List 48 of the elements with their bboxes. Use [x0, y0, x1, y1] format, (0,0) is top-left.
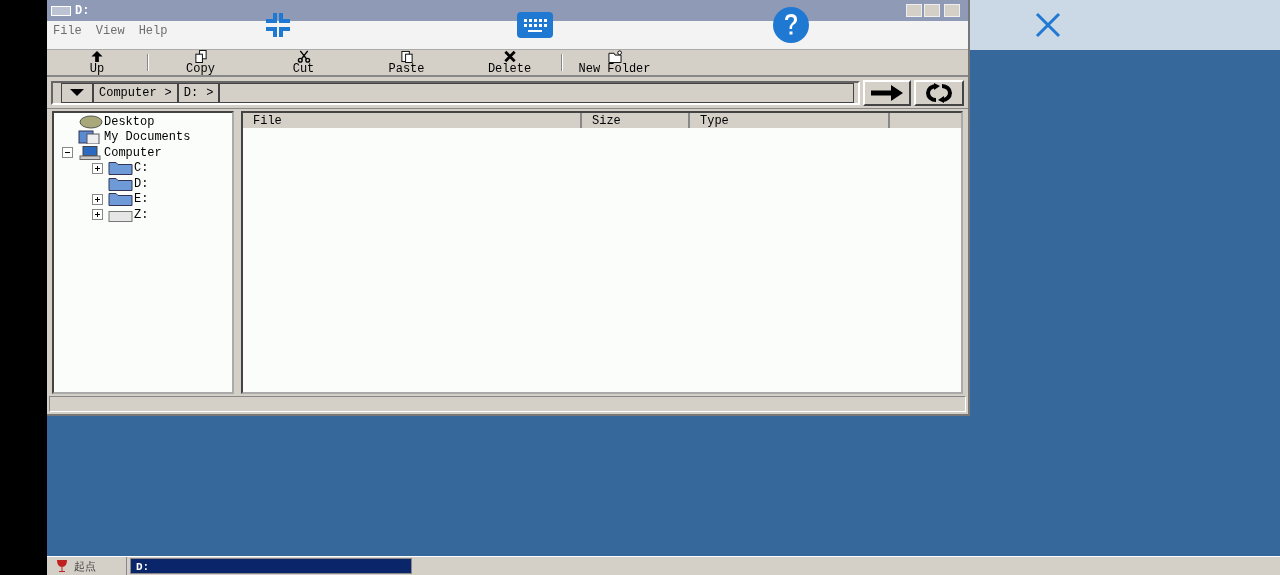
tree-item-label[interactable]: Z: — [134, 208, 149, 221]
window-title: D: — [75, 2, 90, 20]
toolbar-button[interactable]: Up — [47, 50, 147, 75]
dropdown-button[interactable] — [61, 82, 93, 103]
tree-item-label[interactable]: My Documents — [104, 131, 191, 144]
tree-item-label[interactable]: Desktop — [104, 115, 155, 128]
close-icon — [1035, 12, 1061, 38]
folder-icon — [108, 176, 134, 191]
start-button[interactable]: 起点 — [47, 557, 127, 575]
expand-toggle[interactable] — [92, 209, 103, 221]
folder-icon — [108, 161, 134, 176]
toolbar-button[interactable]: Cut — [252, 50, 355, 75]
tree-item-label[interactable]: C: — [134, 162, 149, 175]
right-arrow-icon — [869, 83, 905, 102]
taskbar-task[interactable]: D: — [130, 558, 412, 574]
column-header[interactable]: File — [243, 113, 582, 128]
go-button[interactable] — [863, 79, 911, 106]
exit-fullscreen-icon — [265, 12, 291, 38]
folder-icon — [108, 192, 134, 207]
window-app-icon — [51, 5, 71, 16]
toolbar-button[interactable]: New Folder — [563, 50, 666, 75]
toolbar-button[interactable]: Copy — [149, 50, 252, 75]
refresh-button[interactable] — [914, 79, 964, 106]
column-header[interactable]: Type — [690, 113, 890, 128]
breadcrumb-button[interactable]: Computer > — [93, 82, 178, 103]
toolbar-button[interactable]: Delete — [458, 50, 561, 75]
help-button[interactable] — [773, 7, 809, 43]
toolbar-button[interactable]: Paste — [355, 50, 458, 75]
up-arrow-icon — [88, 50, 106, 63]
tree-item-label[interactable]: Computer — [104, 146, 162, 159]
breadcrumb-button[interactable]: D: > — [177, 82, 220, 103]
keyboard-button[interactable] — [517, 12, 553, 38]
menu-item[interactable]: Help — [138, 25, 168, 37]
start-logo-icon — [56, 559, 68, 573]
desktop-icon — [78, 114, 104, 129]
address-field[interactable] — [219, 82, 854, 103]
expand-toggle[interactable] — [92, 193, 103, 205]
tree-item-label[interactable]: D: — [134, 177, 149, 190]
exit-fullscreen-button[interactable] — [264, 12, 292, 38]
column-header[interactable]: Size — [582, 113, 690, 128]
computer-icon — [78, 145, 104, 160]
menu-item[interactable]: File — [53, 25, 82, 37]
menu-item[interactable]: View — [95, 25, 125, 37]
expand-toggle[interactable] — [92, 162, 103, 174]
close-session-button[interactable] — [1035, 12, 1061, 38]
collapse-toggle[interactable] — [62, 147, 73, 159]
tree-item-label[interactable]: E: — [134, 193, 149, 206]
caret-icon — [70, 89, 84, 96]
